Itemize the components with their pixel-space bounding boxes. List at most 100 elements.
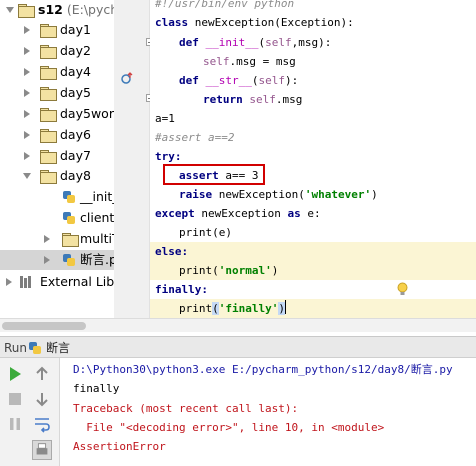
- lightbulb-icon[interactable]: [397, 282, 408, 297]
- code-line-current: print('finally'): [150, 299, 476, 318]
- chevron-right-icon[interactable]: [24, 110, 30, 118]
- chevron-right-icon[interactable]: [24, 89, 30, 97]
- stop-icon[interactable]: [5, 389, 25, 409]
- tree-item-label: day7: [60, 148, 91, 163]
- code-text: print: [179, 302, 213, 315]
- tree-item-label: day2: [60, 43, 91, 58]
- chevron-right-icon[interactable]: [44, 235, 50, 243]
- arrow-up-icon[interactable]: [32, 364, 52, 384]
- code-comment: #!/usr/bin/env python: [155, 0, 295, 10]
- editor-horizontal-scrollbar[interactable]: [114, 318, 476, 332]
- code-text: ,msg):: [291, 36, 332, 49]
- code-function-name: __init__: [205, 36, 259, 49]
- console-error-line: File "<decoding error>", line 10, in <mo…: [73, 421, 385, 434]
- code-keyword: as: [287, 207, 308, 220]
- console-error-line: AssertionError: [73, 440, 166, 453]
- code-keyword: try:: [155, 150, 182, 163]
- code-keyword: def: [179, 36, 206, 49]
- chevron-down-icon[interactable]: [23, 173, 31, 179]
- folder-icon: [40, 170, 57, 184]
- code-string: 'finally': [218, 302, 279, 315]
- code-line: def __str__(self):: [150, 71, 476, 90]
- code-line: self.msg = msg: [150, 52, 476, 71]
- folder-icon: [40, 87, 57, 101]
- run-config-name[interactable]: 断言: [46, 337, 70, 359]
- code-keyword: else:: [155, 245, 189, 258]
- code-line-highlighted: else:: [150, 242, 476, 261]
- folder-icon: [40, 24, 57, 38]
- code-line: def __init__(self,msg):: [150, 33, 476, 52]
- folder-icon: [40, 150, 57, 164]
- chevron-down-icon[interactable]: [6, 7, 14, 13]
- tree-file-label: __init_: [80, 189, 114, 204]
- code-self: self: [258, 74, 285, 87]
- tree-horizontal-scrollbar[interactable]: [0, 318, 114, 332]
- pause-icon[interactable]: [5, 414, 25, 434]
- tree-file-label: 断言.py: [80, 252, 114, 267]
- console-output-line: finally: [73, 382, 120, 395]
- code-editor[interactable]: #!/usr/bin/env python class newException…: [150, 0, 476, 318]
- tree-file-duanyan[interactable]: 断言.py: [0, 250, 114, 270]
- chevron-right-icon[interactable]: [24, 152, 30, 160]
- run-tab-label[interactable]: Run: [4, 337, 27, 359]
- code-keyword: class: [155, 16, 195, 29]
- arrow-down-icon[interactable]: [32, 389, 52, 409]
- folder-icon: [40, 45, 57, 59]
- chevron-right-icon[interactable]: [24, 47, 30, 55]
- print-icon[interactable]: [32, 440, 52, 460]
- code-keyword: finally:: [155, 283, 208, 296]
- tree-item-label: day6: [60, 127, 91, 142]
- folder-icon: [62, 233, 79, 247]
- soft-wrap-icon[interactable]: [32, 414, 52, 434]
- code-line-highlighted: print('normal'): [150, 261, 476, 280]
- code-text: newException(Exception):: [194, 16, 354, 29]
- run-toolbar: [0, 358, 60, 466]
- tree-root-name: s12: [38, 2, 63, 17]
- text-caret: [284, 300, 286, 314]
- tree-item-label: day1: [60, 22, 91, 37]
- code-line: #!/usr/bin/env python: [150, 0, 476, 13]
- run-console-output[interactable]: D:\Python30\python3.exe E:/pycharm_pytho…: [60, 358, 476, 466]
- folder-icon: [40, 108, 57, 122]
- chevron-right-icon[interactable]: [24, 68, 30, 76]
- code-keyword: except: [155, 207, 202, 220]
- code-line: class newException(Exception):: [150, 13, 476, 32]
- folder-icon: [40, 129, 57, 143]
- python-file-icon: [28, 341, 42, 355]
- folder-icon: [18, 4, 35, 18]
- python-file-icon: [62, 253, 76, 267]
- chevron-right-icon[interactable]: [24, 26, 30, 34]
- code-text: print(e): [179, 226, 232, 239]
- play-icon[interactable]: [5, 364, 25, 384]
- annotation-highlight-box: [163, 164, 265, 185]
- tree-item-label: day8: [60, 168, 91, 183]
- tree-item-label: multiT: [80, 231, 114, 246]
- chevron-right-icon[interactable]: [6, 278, 12, 286]
- code-text: e:: [307, 207, 321, 220]
- code-string: 'whatever': [304, 188, 372, 201]
- chevron-right-icon[interactable]: [24, 131, 30, 139]
- override-method-icon[interactable]: [121, 72, 133, 84]
- code-text: ): [371, 188, 378, 201]
- tree-external-label: External Libra: [40, 274, 114, 289]
- tree-item-label: day5work: [60, 106, 114, 121]
- code-keyword: raise: [179, 188, 219, 201]
- tree-root-path: (E:\pycha: [66, 2, 114, 17]
- code-line: print(e): [150, 223, 476, 242]
- tree-file-label: client.: [80, 210, 114, 225]
- code-comment: #assert a==2: [155, 131, 235, 144]
- python-file-icon: [62, 190, 76, 204]
- code-text: print(: [179, 264, 219, 277]
- code-text: .msg: [275, 93, 303, 106]
- editor-gutter[interactable]: [114, 0, 150, 318]
- run-panel-header[interactable]: Run 断言: [0, 336, 476, 358]
- code-text: a=1: [155, 112, 175, 125]
- scrollbar-thumb[interactable]: [2, 322, 86, 330]
- code-text: ):: [284, 74, 299, 87]
- code-line: raise newException('whatever'): [150, 185, 476, 204]
- code-line: return self.msg: [150, 90, 476, 109]
- chevron-right-icon[interactable]: [44, 256, 50, 264]
- code-line: a=1: [150, 109, 476, 128]
- code-bracket-match: (: [212, 302, 219, 315]
- code-function-name: __str__: [205, 74, 252, 87]
